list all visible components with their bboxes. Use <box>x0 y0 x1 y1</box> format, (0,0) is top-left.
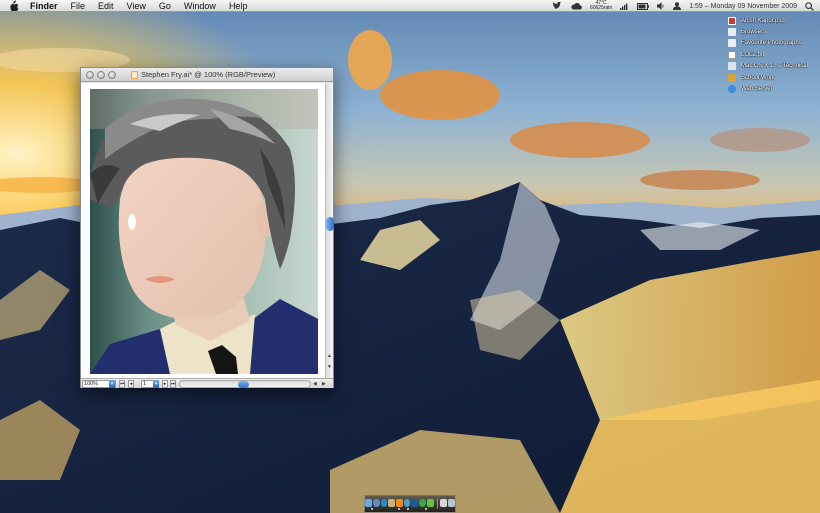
scroll-up-arrow-icon[interactable]: ▲ <box>327 353 332 359</box>
school-icon <box>728 73 736 82</box>
psd-file-icon <box>728 16 736 25</box>
menu-view[interactable]: View <box>127 0 146 12</box>
menu-file[interactable]: File <box>71 0 86 12</box>
itunes-icon[interactable] <box>403 499 411 507</box>
volume-icon[interactable] <box>657 2 665 10</box>
menu-extras: 47°C 60625rain 1:59 – Monday 09 November… <box>552 0 814 12</box>
weather-label: 60625rain <box>589 5 613 11</box>
cloud-icon[interactable] <box>571 2 582 10</box>
desktop-item-label: Mac OS X 1...s Technical <box>741 63 808 70</box>
mail-icon[interactable] <box>372 499 380 507</box>
running-indicator <box>398 508 400 510</box>
battery-icon[interactable] <box>637 2 650 10</box>
menu-window[interactable]: Window <box>184 0 216 12</box>
menu-bar: Finder File Edit View Go Window Help 47°… <box>0 0 820 12</box>
apple-icon[interactable] <box>10 0 20 11</box>
menu-finder[interactable]: Finder <box>30 0 58 12</box>
trash-icon[interactable] <box>448 499 455 507</box>
vertical-scroll-thumb[interactable] <box>326 217 334 231</box>
globe-icon <box>728 85 736 94</box>
zoom-button[interactable] <box>108 71 116 79</box>
running-indicator <box>425 508 427 510</box>
illustrator-file-icon <box>131 71 138 79</box>
running-indicator <box>371 508 373 510</box>
next-artboard-button[interactable]: ▸ <box>162 380 168 388</box>
desktop-item-label: School Work <box>741 74 775 81</box>
dock-separator <box>436 499 438 509</box>
desktop-item-lolz[interactable]: LOLZ.txt <box>728 49 820 60</box>
weather-widget[interactable]: 47°C 60625rain <box>590 1 612 11</box>
desktop-item-anish-kapor[interactable]: Anish Kapor.psd <box>728 15 820 26</box>
desktop-item-label: Anish Kapor.psd <box>741 17 785 24</box>
text-file-icon <box>728 50 736 59</box>
menu-edit[interactable]: Edit <box>98 0 114 12</box>
leaf-icon[interactable] <box>426 499 434 507</box>
scroll-right-arrow-icon[interactable]: ▶ <box>322 379 326 389</box>
first-artboard-button[interactable]: ⏮ <box>119 380 125 388</box>
safari-icon[interactable] <box>380 499 388 507</box>
twitter-bird-icon[interactable] <box>552 2 563 10</box>
folder-icon <box>728 39 736 48</box>
close-button[interactable] <box>86 71 94 79</box>
illustrator-icon[interactable] <box>395 499 403 507</box>
desktop-item-mac-os-x-technical[interactable]: Mac OS X 1...s Technical <box>728 61 820 72</box>
zoom-dropdown-icon[interactable]: ▾ <box>109 380 115 388</box>
window-title-text: Stephen Fry.ai* @ 100% (RGB/Preview) <box>141 70 276 79</box>
menu-clock[interactable]: 1:59 – Monday 09 November 2009 <box>689 3 797 10</box>
horizontal-scroll-thumb[interactable] <box>238 381 249 388</box>
scroll-left-arrow-icon[interactable]: ◀ <box>313 379 317 389</box>
desktop-item-label: LOLZ.txt <box>741 51 765 58</box>
window-title: Stephen Fry.ai* @ 100% (RGB/Preview) <box>131 68 326 82</box>
spotlight-icon[interactable] <box>805 1 814 11</box>
terminal-icon[interactable] <box>440 499 448 507</box>
folder-icon <box>728 28 736 37</box>
dock <box>364 495 456 513</box>
desktop-item-label: Favourite Photographs <box>741 40 802 47</box>
running-indicator <box>407 508 409 510</box>
menu-go[interactable]: Go <box>159 0 171 12</box>
vertical-scrollbar[interactable]: ▲ ▼ <box>325 83 334 378</box>
status-bar: 100% ▾ ⏮ ◂ 1 ▾ ▸ ⏭ ◀ ▶ <box>81 378 333 388</box>
document-icon <box>728 62 736 71</box>
artwork-illustration <box>90 89 318 374</box>
minimize-button[interactable] <box>97 71 105 79</box>
horizontal-scrollbar[interactable] <box>179 380 311 388</box>
finder-icon[interactable] <box>365 499 372 507</box>
preview-icon[interactable] <box>388 499 395 507</box>
artboard-canvas[interactable] <box>81 83 325 378</box>
chrome-icon[interactable] <box>419 499 426 507</box>
user-icon[interactable] <box>673 2 682 10</box>
prev-artboard-button[interactable]: ◂ <box>128 380 134 388</box>
signal-bars-icon[interactable] <box>620 2 629 10</box>
desktop-item-browsers[interactable]: Browsers <box>728 26 820 37</box>
desktop-item-favourite-photographs[interactable]: Favourite Photographs <box>728 38 820 49</box>
scroll-down-arrow-icon[interactable]: ▼ <box>327 364 332 370</box>
photoshop-icon[interactable] <box>411 499 419 507</box>
desktop-item-label: Web Server <box>741 86 773 93</box>
window-titlebar[interactable]: Stephen Fry.ai* @ 100% (RGB/Preview) <box>81 68 333 82</box>
desktop-item-school-work[interactable]: School Work <box>728 72 820 83</box>
desktop-item-label: Browsers <box>741 29 767 36</box>
desktop-items: Anish Kapor.psd Browsers Favourite Photo… <box>728 15 820 95</box>
document-window: Stephen Fry.ai* @ 100% (RGB/Preview) ▲ ▼… <box>80 67 334 388</box>
artboard-dropdown-icon[interactable]: ▾ <box>153 380 159 388</box>
desktop-item-web-server[interactable]: Web Server <box>728 83 820 94</box>
last-artboard-button[interactable]: ⏭ <box>170 380 176 388</box>
menu-help[interactable]: Help <box>229 0 248 12</box>
